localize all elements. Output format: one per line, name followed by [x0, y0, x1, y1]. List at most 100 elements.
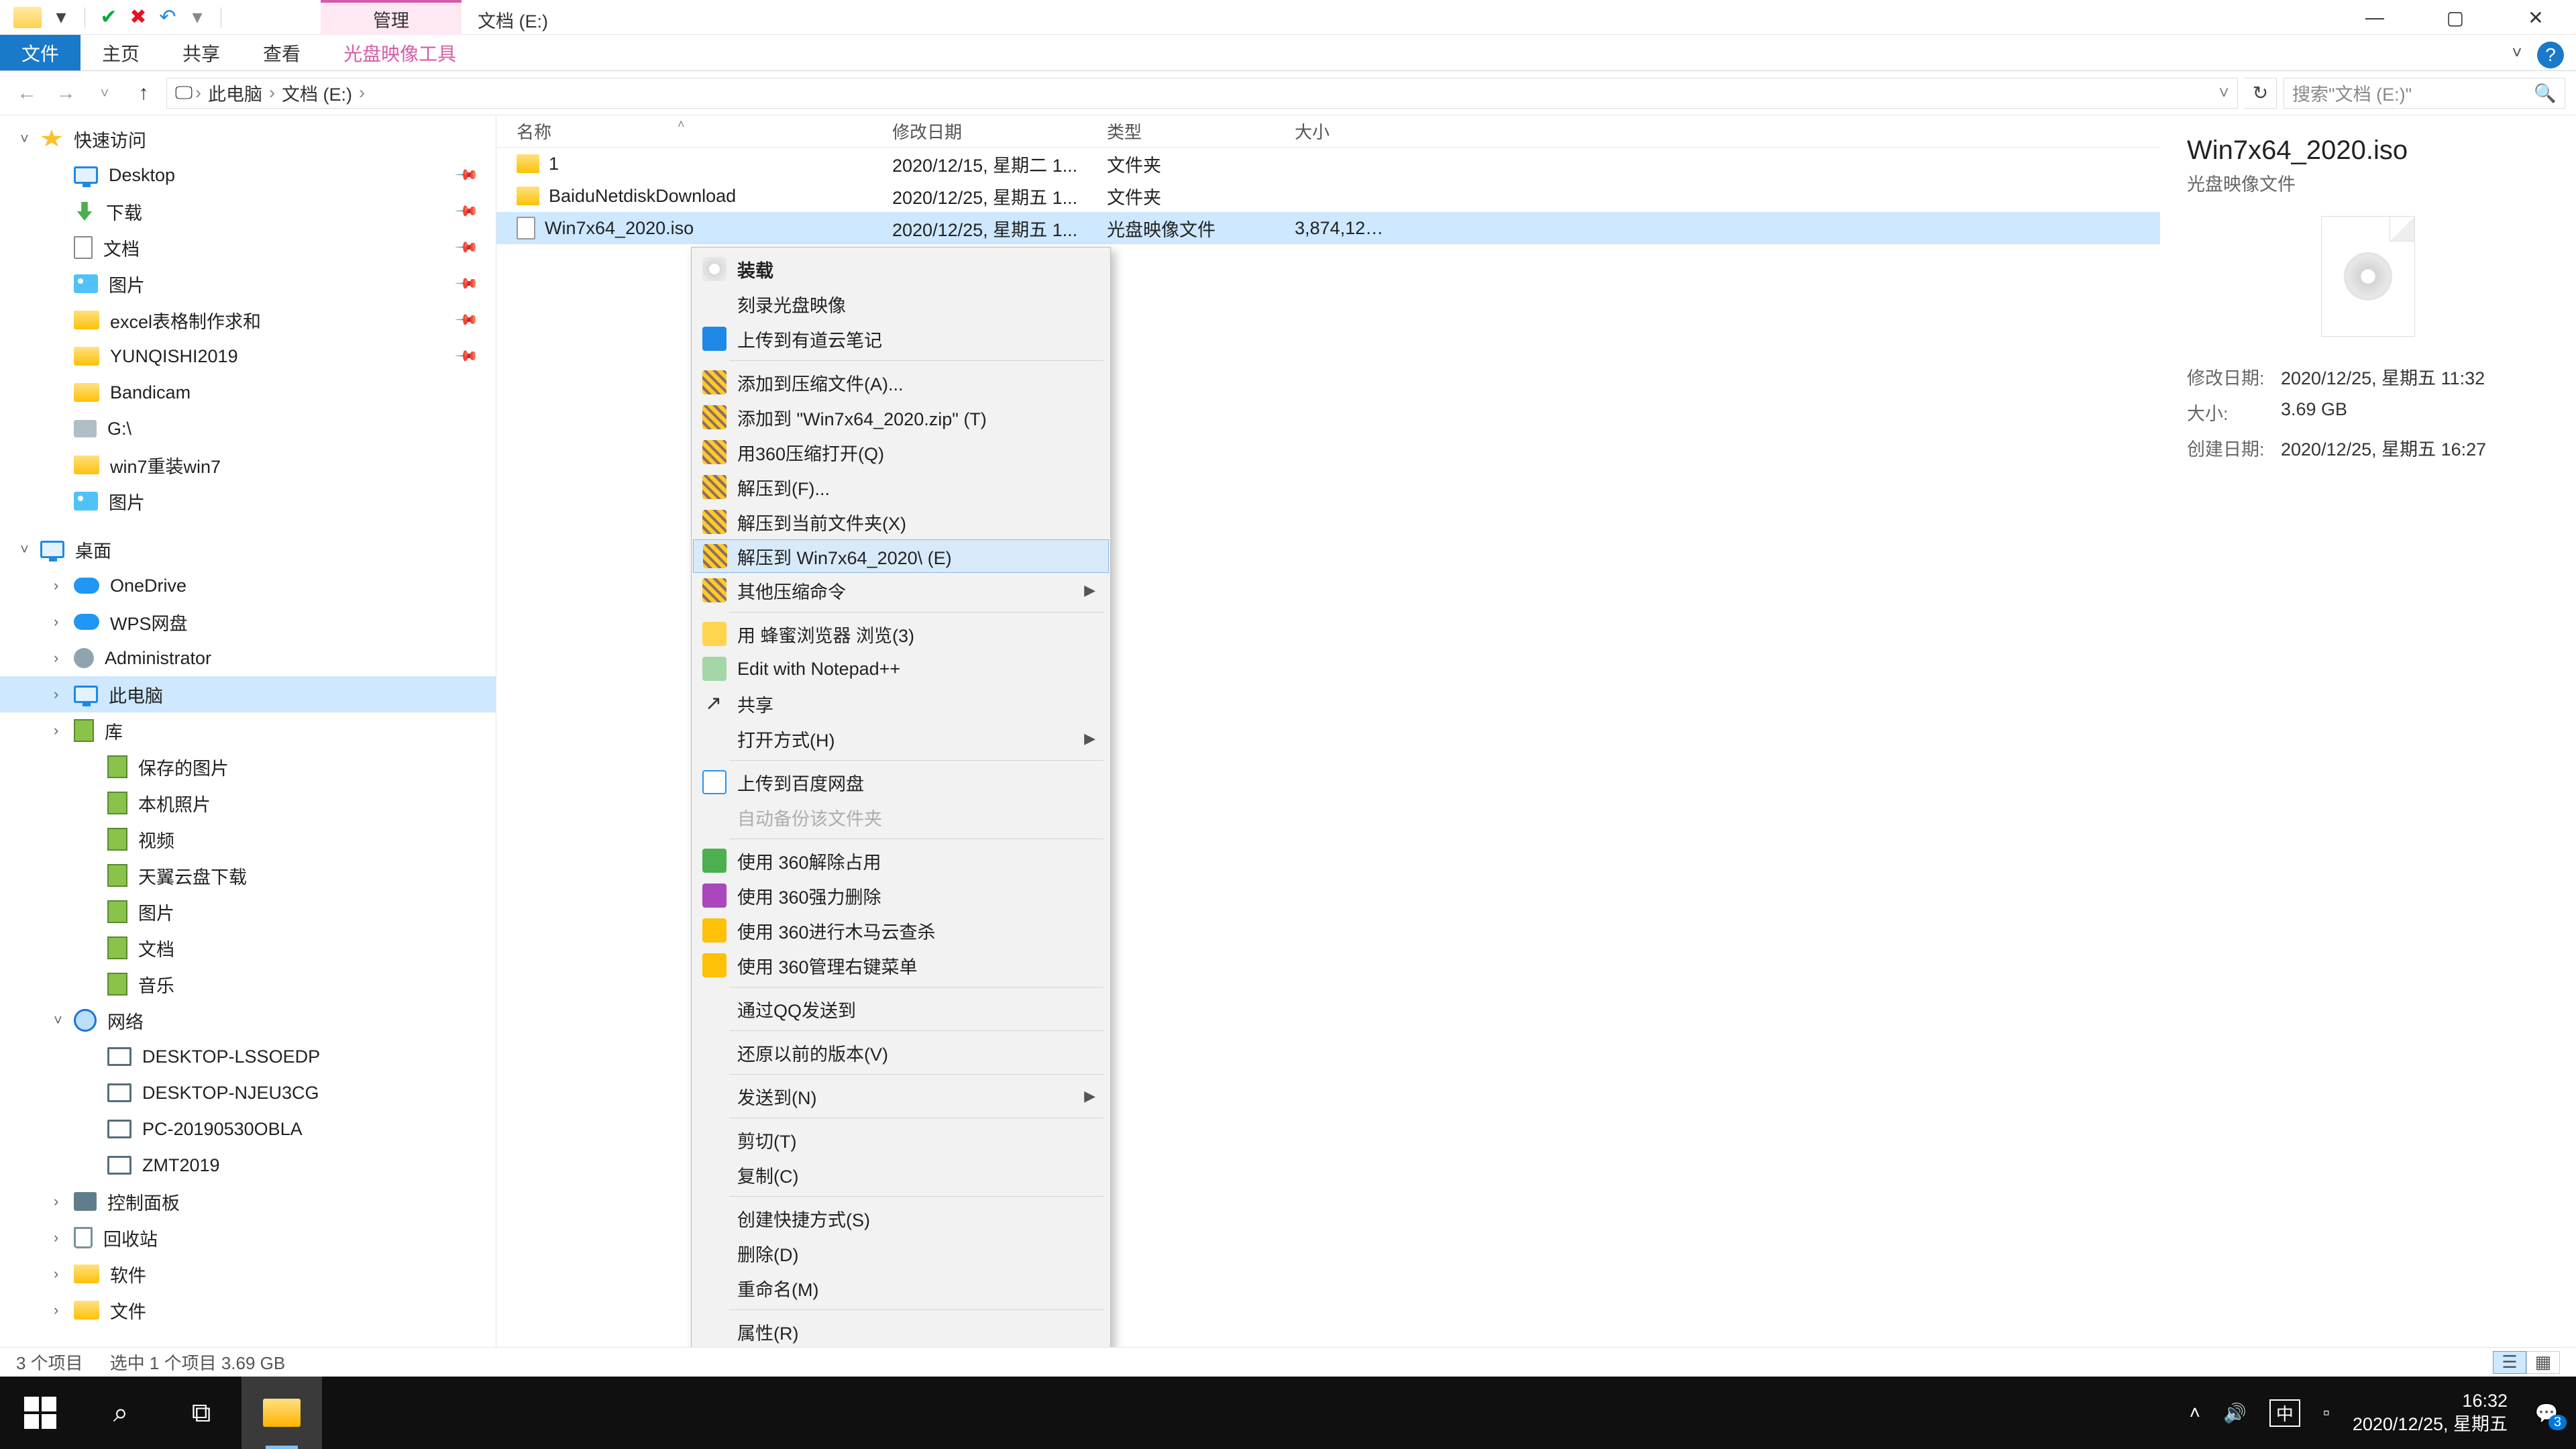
- column-name[interactable]: 名称˄: [496, 119, 892, 144]
- taskbar-explorer-button[interactable]: [241, 1377, 322, 1449]
- nav-quick-item[interactable]: 图片📌: [0, 266, 496, 302]
- nav-quick-item[interactable]: 下载📌: [0, 193, 496, 229]
- nav-extra-item[interactable]: ›控制面板: [0, 1183, 496, 1220]
- nav-network-item[interactable]: ZMT2019: [0, 1147, 496, 1183]
- column-size[interactable]: 大小: [1295, 119, 1402, 144]
- nav-desktop[interactable]: ˅桌面: [0, 531, 496, 568]
- ribbon-collapse-button[interactable]: ˅: [2497, 42, 2537, 63]
- breadcrumb-item[interactable]: 此电脑: [204, 80, 266, 106]
- context-menu-item[interactable]: 复制(C): [693, 1157, 1109, 1192]
- context-menu-item[interactable]: 共享: [693, 686, 1109, 721]
- ribbon-tab-view[interactable]: 查看: [241, 35, 322, 70]
- qat-undo-icon[interactable]: ↶: [158, 7, 178, 28]
- context-menu-item[interactable]: 上传到百度网盘: [693, 765, 1109, 800]
- breadcrumb-dropdown-icon[interactable]: ˅: [2218, 83, 2229, 103]
- maximize-button[interactable]: ▢: [2415, 0, 2496, 35]
- context-menu-item[interactable]: 通过QQ发送到: [693, 991, 1109, 1026]
- context-menu-item[interactable]: 装载: [693, 252, 1109, 286]
- breadcrumb[interactable]: 🖵 › 此电脑 › 文档 (E:) › ˅: [166, 78, 2238, 109]
- taskbar-clock[interactable]: 16:32 2020/12/25, 星期五: [2353, 1389, 2508, 1436]
- nav-back-button[interactable]: ←: [11, 77, 43, 109]
- file-row[interactable]: Win7x64_2020.iso2020/12/25, 星期五 1...光盘映像…: [496, 212, 2160, 244]
- nav-extra-item[interactable]: ›文件: [0, 1292, 496, 1328]
- context-menu-item[interactable]: 使用 360进行木马云查杀: [693, 913, 1109, 948]
- nav-desktop-item[interactable]: ›Administrator: [0, 640, 496, 676]
- nav-quick-item[interactable]: Bandicam: [0, 374, 496, 411]
- context-menu-item[interactable]: 还原以前的版本(V): [693, 1035, 1109, 1070]
- nav-library-item[interactable]: 天翼云盘下载: [0, 857, 496, 894]
- nav-library-item[interactable]: 本机照片: [0, 785, 496, 821]
- notification-center-button[interactable]: 💬3: [2530, 1397, 2563, 1429]
- file-row[interactable]: BaiduNetdiskDownload2020/12/25, 星期五 1...…: [496, 180, 2160, 212]
- context-menu-item[interactable]: 用 蜂蜜浏览器 浏览(3): [693, 616, 1109, 651]
- ribbon-tab-home[interactable]: 主页: [80, 35, 161, 70]
- taskbar-search-button[interactable]: ⌕: [80, 1377, 161, 1449]
- nav-forward-button[interactable]: →: [50, 77, 82, 109]
- search-input[interactable]: 搜索"文档 (E:)" 🔍: [2284, 78, 2565, 109]
- refresh-button[interactable]: ↻: [2245, 78, 2277, 109]
- context-menu-item[interactable]: 解压到(F)...: [693, 470, 1109, 504]
- context-menu-item[interactable]: 用360压缩打开(Q): [693, 435, 1109, 470]
- minimize-button[interactable]: —: [2334, 0, 2415, 35]
- qat-properties-icon[interactable]: ✔: [99, 7, 119, 28]
- context-menu-item[interactable]: 添加到压缩文件(A)...: [693, 365, 1109, 400]
- context-menu-item[interactable]: 解压到 Win7x64_2020\ (E): [693, 539, 1109, 573]
- nav-network-item[interactable]: PC-20190530OBLA: [0, 1111, 496, 1147]
- context-menu-item[interactable]: 使用 360强力删除: [693, 878, 1109, 913]
- tray-overflow-button[interactable]: ˄: [2190, 1402, 2200, 1424]
- close-button[interactable]: ✕: [2496, 0, 2576, 35]
- context-menu-item[interactable]: 创建快捷方式(S): [693, 1201, 1109, 1236]
- context-menu-item[interactable]: 其他压缩命令▶: [693, 573, 1109, 608]
- nav-quick-access[interactable]: ˅快速访问: [0, 121, 496, 157]
- nav-desktop-item[interactable]: ›OneDrive: [0, 568, 496, 604]
- nav-quick-item[interactable]: excel表格制作求和📌: [0, 302, 496, 338]
- ime-indicator[interactable]: 中: [2269, 1399, 2300, 1427]
- context-menu-item[interactable]: 属性(R): [693, 1314, 1109, 1349]
- view-icons-button[interactable]: ▦: [2526, 1351, 2560, 1374]
- nav-quick-item[interactable]: win7重装win7: [0, 447, 496, 483]
- qat-more-icon[interactable]: ▾: [187, 7, 207, 28]
- nav-quick-item[interactable]: Desktop📌: [0, 157, 496, 193]
- column-type[interactable]: 类型: [1107, 119, 1295, 144]
- column-date[interactable]: 修改日期: [892, 119, 1107, 144]
- nav-recent-button[interactable]: ˅: [89, 77, 121, 109]
- nav-desktop-item[interactable]: ›库: [0, 712, 496, 749]
- context-menu-item[interactable]: 删除(D): [693, 1236, 1109, 1271]
- help-button[interactable]: ?: [2537, 42, 2564, 68]
- context-menu-item[interactable]: 使用 360解除占用: [693, 843, 1109, 878]
- nav-extra-item[interactable]: ›软件: [0, 1256, 496, 1292]
- context-menu-item[interactable]: 添加到 "Win7x64_2020.zip" (T): [693, 400, 1109, 435]
- context-menu-item[interactable]: Edit with Notepad++: [693, 651, 1109, 686]
- nav-library-item[interactable]: 图片: [0, 894, 496, 930]
- nav-up-button[interactable]: ↑: [127, 77, 160, 109]
- context-menu-item[interactable]: 重命名(M): [693, 1271, 1109, 1305]
- context-menu-item[interactable]: 解压到当前文件夹(X): [693, 504, 1109, 539]
- nav-network-item[interactable]: DESKTOP-NJEU3CG: [0, 1075, 496, 1111]
- nav-desktop-item[interactable]: ›WPS网盘: [0, 604, 496, 640]
- file-row[interactable]: 12020/12/15, 星期二 1...文件夹: [496, 148, 2160, 180]
- nav-quick-item[interactable]: 文档📌: [0, 229, 496, 266]
- view-details-button[interactable]: ☰: [2493, 1351, 2526, 1374]
- qat-dropdown-icon[interactable]: ▾: [51, 7, 71, 28]
- app-icon[interactable]: [13, 7, 42, 28]
- nav-library-item[interactable]: 保存的图片: [0, 749, 496, 785]
- context-menu-item[interactable]: 打开方式(H)▶: [693, 721, 1109, 756]
- ribbon-tab-file[interactable]: 文件: [0, 35, 80, 70]
- nav-library-item[interactable]: 文档: [0, 930, 496, 966]
- nav-network-item[interactable]: DESKTOP-LSSOEDP: [0, 1038, 496, 1075]
- nav-extra-item[interactable]: ›回收站: [0, 1220, 496, 1256]
- nav-quick-item[interactable]: YUNQISHI2019📌: [0, 338, 496, 374]
- nav-quick-item[interactable]: 图片: [0, 483, 496, 519]
- breadcrumb-item[interactable]: 文档 (E:): [278, 80, 356, 106]
- context-menu-item[interactable]: 刻录光盘映像: [693, 286, 1109, 321]
- task-view-button[interactable]: ⧉: [161, 1377, 241, 1449]
- nav-library-item[interactable]: 音乐: [0, 966, 496, 1002]
- volume-icon[interactable]: 🔊: [2223, 1402, 2247, 1424]
- qat-delete-icon[interactable]: ✖: [128, 7, 148, 28]
- context-menu-item[interactable]: 上传到有道云笔记: [693, 321, 1109, 356]
- nav-desktop-item[interactable]: ›此电脑: [0, 676, 496, 712]
- context-menu-item[interactable]: 剪切(T): [693, 1122, 1109, 1157]
- ime-mode-icon[interactable]: ▫: [2323, 1402, 2330, 1424]
- ribbon-tab-share[interactable]: 共享: [161, 35, 241, 70]
- nav-library-item[interactable]: 视频: [0, 821, 496, 857]
